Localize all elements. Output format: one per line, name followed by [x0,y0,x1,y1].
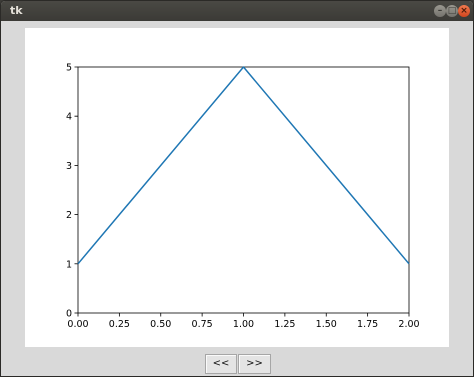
y-tick-label: 4 [66,112,72,123]
series-line [77,66,410,265]
window-client-area: 0.00 0.25 0.50 0.75 1.00 1.25 1.50 1.75 2.00 0 1 2 3… [1,21,473,376]
previous-button[interactable]: << [205,354,237,374]
axes-frame [77,66,410,314]
y-tick-label: 2 [66,210,72,221]
x-tick-label: 0.75 [192,319,213,330]
line-chart: 0.00 0.25 0.50 0.75 1.00 1.25 1.50 1.75 2.00 0 1 2 3… [66,63,420,331]
x-tick-label: 1.75 [357,319,378,330]
next-button[interactable]: >> [238,354,271,374]
x-tick-label: 1.25 [274,319,295,330]
y-tick-label: 3 [66,161,72,172]
x-tick-label: 0.50 [150,319,171,330]
x-tick-label: 0.25 [109,319,130,330]
x-tick-label: 0.00 [67,319,88,330]
maximize-icon[interactable]: □ [446,5,458,17]
y-tick-label: 5 [66,63,72,74]
x-tick-label: 2.00 [398,319,419,330]
minimize-icon[interactable]: – [434,5,446,17]
plot-figure: 0.00 0.25 0.50 0.75 1.00 1.25 1.50 1.75 2.00 0 1 2 3… [25,28,449,347]
app-window: tk – □ × 0.00 0.25 0.50 0.75 1.00 1.25 1.50 1.7… [0,0,474,377]
title-bar[interactable]: tk – □ × [1,1,473,21]
close-icon[interactable]: × [458,5,470,17]
y-tick-label: 1 [66,259,72,270]
x-tick-label: 1.50 [316,319,337,330]
x-tick-label: 1.00 [233,319,254,330]
y-tick-label: 0 [66,309,72,320]
window-title: tk [10,4,23,17]
